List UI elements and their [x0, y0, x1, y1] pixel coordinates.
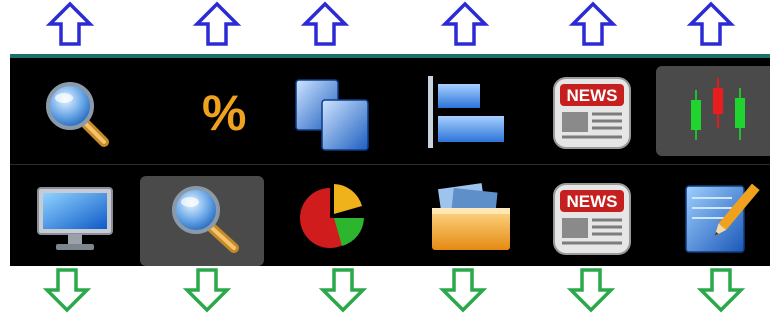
candlestick-chart-icon	[691, 78, 745, 140]
copy-button[interactable]	[282, 66, 406, 156]
news-icon: NEWS	[553, 77, 631, 149]
news-icon: NEWS	[553, 183, 631, 255]
up-arrow-icon	[568, 0, 618, 50]
down-arrow-icon	[318, 266, 368, 316]
edit-button[interactable]	[662, 172, 770, 262]
copy-icon	[295, 79, 369, 151]
down-arrow-icon	[182, 266, 232, 316]
up-arrow-icon	[45, 0, 95, 50]
down-arrows-row	[0, 266, 770, 316]
search-button[interactable]	[24, 66, 148, 156]
monitor-button[interactable]	[24, 172, 148, 262]
search-icon	[172, 186, 239, 253]
down-arrow-icon	[696, 266, 746, 316]
monitor-icon	[37, 187, 113, 250]
search-icon	[46, 82, 109, 147]
up-arrow-icon	[440, 0, 490, 50]
news-button[interactable]: NEWS	[534, 66, 658, 156]
candlestick-chart-button[interactable]	[656, 66, 770, 156]
edit-icon	[685, 183, 760, 253]
pie-chart-button[interactable]	[282, 172, 406, 262]
percent-icon: %	[202, 85, 246, 141]
percent-button[interactable]: %	[158, 66, 282, 156]
pie-chart-icon	[300, 184, 364, 248]
icon-toolbar: % NEWS NEWS	[10, 58, 770, 266]
folder-icon	[432, 183, 510, 250]
folder-button[interactable]	[412, 172, 536, 262]
news-label: NEWS	[567, 86, 618, 105]
down-arrow-icon	[438, 266, 488, 316]
up-arrows-row	[0, 0, 770, 50]
up-arrow-icon	[686, 0, 736, 50]
down-arrow-icon	[566, 266, 616, 316]
search-button-selected[interactable]	[140, 176, 264, 266]
align-left-icon	[428, 76, 504, 148]
up-arrow-icon	[300, 0, 350, 50]
align-left-button[interactable]	[414, 66, 538, 156]
down-arrow-icon	[42, 266, 92, 316]
news-button-2[interactable]: NEWS	[534, 172, 658, 262]
row-divider	[10, 164, 770, 165]
up-arrow-icon	[192, 0, 242, 50]
news-label: NEWS	[567, 192, 618, 211]
percent-glyph: %	[202, 85, 246, 141]
